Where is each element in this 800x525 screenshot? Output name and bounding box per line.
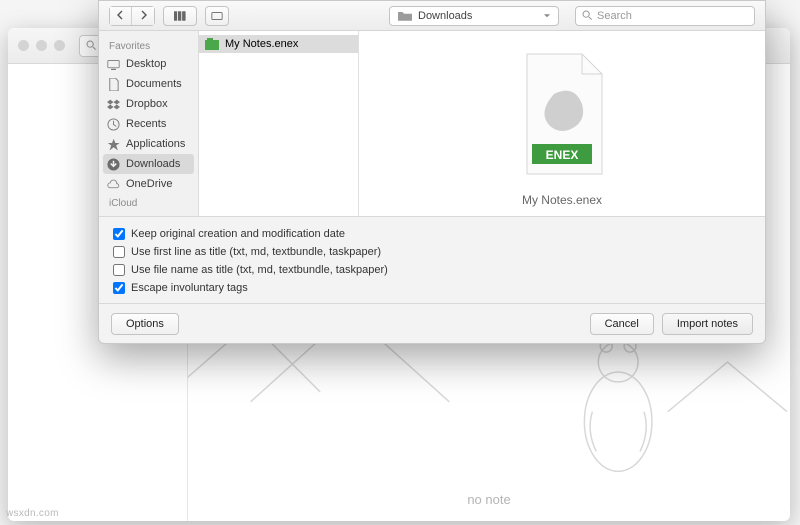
sidebar-item-label: Downloads bbox=[126, 158, 180, 170]
nav-back-forward[interactable] bbox=[109, 6, 155, 26]
sidebar-item-label: Applications bbox=[126, 138, 185, 150]
open-panel-search[interactable]: Search bbox=[575, 6, 755, 26]
sidebar-item-label: Desktop bbox=[126, 58, 166, 70]
documents-icon bbox=[107, 78, 120, 91]
sidebar-item-label: Recents bbox=[126, 118, 166, 130]
file-list-column[interactable]: My Notes.enex bbox=[199, 31, 359, 216]
sidebar-item-downloads[interactable]: Downloads bbox=[103, 154, 194, 174]
view-mode-button[interactable] bbox=[163, 6, 197, 26]
options-button[interactable]: Options bbox=[111, 313, 179, 335]
option-keep-dates-checkbox[interactable] bbox=[113, 228, 125, 240]
option-first-line-title-checkbox[interactable] bbox=[113, 246, 125, 258]
option-label: Use file name as title (txt, md, textbun… bbox=[131, 264, 388, 276]
empty-state-label: no note bbox=[188, 492, 790, 507]
folder-icon bbox=[398, 10, 412, 21]
window-controls[interactable] bbox=[18, 40, 65, 51]
dropbox-icon bbox=[107, 98, 120, 111]
enex-file-icon bbox=[205, 38, 219, 50]
location-popup[interactable]: Downloads bbox=[389, 6, 559, 26]
open-panel-sidebar: Favorites Desktop Documents Dropbox Rece… bbox=[99, 31, 199, 216]
import-open-panel: Downloads Search Favorites Desktop Docum… bbox=[98, 0, 766, 344]
option-label: Keep original creation and modification … bbox=[131, 228, 345, 240]
sidebar-item-recents[interactable]: Recents bbox=[99, 114, 198, 134]
location-label: Downloads bbox=[418, 10, 472, 22]
option-escape-tags-checkbox[interactable] bbox=[113, 282, 125, 294]
zoom-window-icon[interactable] bbox=[54, 40, 65, 51]
clock-icon bbox=[107, 118, 120, 131]
sidebar-item-label: OneDrive bbox=[126, 178, 172, 190]
minimize-window-icon[interactable] bbox=[36, 40, 47, 51]
open-panel-toolbar: Downloads Search bbox=[99, 1, 765, 31]
open-panel-body: Favorites Desktop Documents Dropbox Rece… bbox=[99, 31, 765, 216]
sidebar-item-documents[interactable]: Documents bbox=[99, 74, 198, 94]
nav-forward-button[interactable] bbox=[132, 7, 154, 25]
search-icon bbox=[86, 40, 97, 51]
nav-back-button[interactable] bbox=[110, 7, 132, 25]
group-by-button[interactable] bbox=[205, 6, 229, 26]
sidebar-item-label: Dropbox bbox=[126, 98, 168, 110]
sidebar-item-label: Documents bbox=[126, 78, 182, 90]
option-filename-title-checkbox[interactable] bbox=[113, 264, 125, 276]
sidebar-item-dropbox[interactable]: Dropbox bbox=[99, 94, 198, 114]
option-label: Use first line as title (txt, md, textbu… bbox=[131, 246, 381, 258]
watermark: wsxdn.com bbox=[6, 508, 59, 519]
option-escape-tags[interactable]: Escape involuntary tags bbox=[113, 279, 751, 297]
option-filename-title[interactable]: Use file name as title (txt, md, textbun… bbox=[113, 261, 751, 279]
option-first-line-title[interactable]: Use first line as title (txt, md, textbu… bbox=[113, 243, 751, 261]
file-preview-icon: ENEX bbox=[512, 49, 612, 179]
file-name: My Notes.enex bbox=[225, 38, 298, 50]
file-row[interactable]: My Notes.enex bbox=[199, 35, 358, 53]
sidebar-item-applications[interactable]: Applications bbox=[99, 134, 198, 154]
file-badge-text: ENEX bbox=[546, 148, 579, 162]
sidebar-item-desktop[interactable]: Desktop bbox=[99, 54, 198, 74]
cancel-button[interactable]: Cancel bbox=[590, 313, 654, 335]
close-window-icon[interactable] bbox=[18, 40, 29, 51]
sidebar-item-onedrive[interactable]: OneDrive bbox=[99, 174, 198, 194]
sidebar-heading-icloud: iCloud bbox=[99, 194, 198, 211]
file-preview-name: My Notes.enex bbox=[522, 193, 602, 207]
desktop-icon bbox=[107, 58, 120, 71]
sidebar-heading-favorites: Favorites bbox=[99, 37, 198, 54]
import-notes-button[interactable]: Import notes bbox=[662, 313, 753, 335]
option-keep-dates[interactable]: Keep original creation and modification … bbox=[113, 225, 751, 243]
open-panel-search-placeholder: Search bbox=[597, 10, 632, 22]
downloads-icon bbox=[107, 158, 120, 171]
file-preview-column: ENEX My Notes.enex bbox=[359, 31, 765, 216]
option-label: Escape involuntary tags bbox=[131, 282, 248, 294]
search-icon bbox=[582, 10, 593, 21]
cloud-icon bbox=[107, 178, 120, 191]
open-panel-footer: Options Cancel Import notes bbox=[99, 303, 765, 343]
applications-icon bbox=[107, 138, 120, 151]
import-options-panel: Keep original creation and modification … bbox=[99, 216, 765, 303]
